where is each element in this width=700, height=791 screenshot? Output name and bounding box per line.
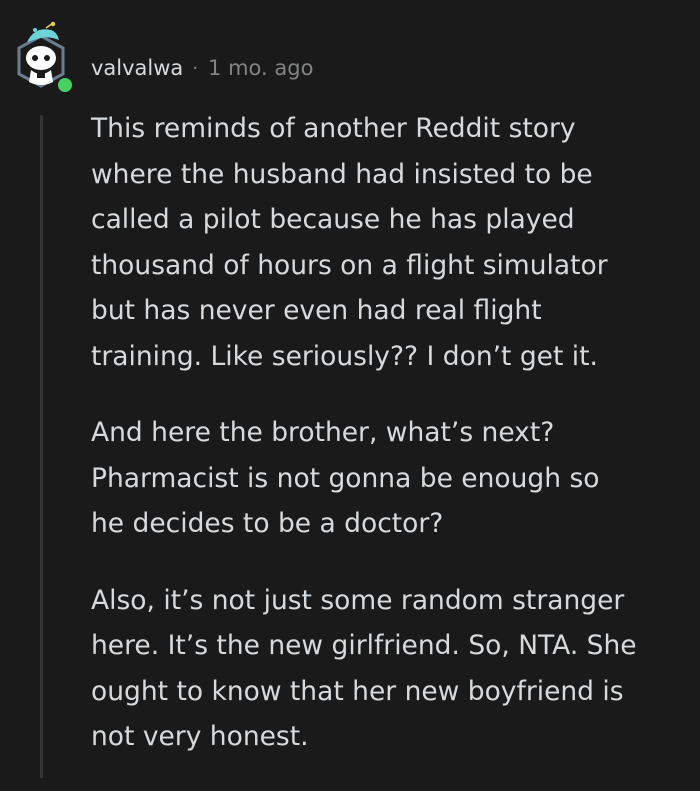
timestamp[interactable]: 1 mo. ago [208, 56, 313, 80]
text-line: he decides to be a doctor? [91, 508, 444, 539]
text-line: called a pilot because he has played [91, 204, 575, 235]
comment-header: valvalwa · 1 mo. ago [91, 52, 313, 84]
comment: valvalwa · 1 mo. ago This reminds of ano… [0, 0, 700, 778]
text-line: thousand of hours on a flight simulator [91, 249, 608, 281]
comment-paragraph: Also, it’s not just some random stranger… [91, 578, 691, 760]
text-line: here. It’s the new girlfriend. So, NTA. … [91, 630, 637, 661]
text-line: training. Like seriously?? I don’t get i… [91, 340, 598, 372]
user-avatar[interactable] [13, 18, 75, 96]
comment-paragraph: This reminds of another Reddit story whe… [91, 106, 691, 379]
text-line: but has never even had real flight [91, 295, 542, 326]
separator-dot: · [192, 57, 199, 79]
text-line: Also, it’s not just some random stranger [91, 584, 625, 616]
text-line: where the husband had insisted to be [91, 158, 593, 190]
snoo-avatar-icon [17, 21, 74, 94]
text-line: And here the brother, what’s next? [91, 417, 555, 448]
comment-body: This reminds of another Reddit story whe… [91, 106, 691, 791]
thread-collapse-line[interactable] [40, 115, 43, 778]
online-status-icon [58, 78, 72, 92]
text-line: This reminds of another Reddit story [91, 113, 576, 144]
text-line: not very honest. [91, 721, 309, 752]
text-line: ought to know that her new boyfriend is [91, 675, 624, 707]
comment-paragraph: And here the brother, what’s next? Pharm… [91, 410, 691, 547]
username-link[interactable]: valvalwa [91, 56, 183, 80]
text-line: Pharmacist is not gonna be enough so [91, 462, 600, 494]
